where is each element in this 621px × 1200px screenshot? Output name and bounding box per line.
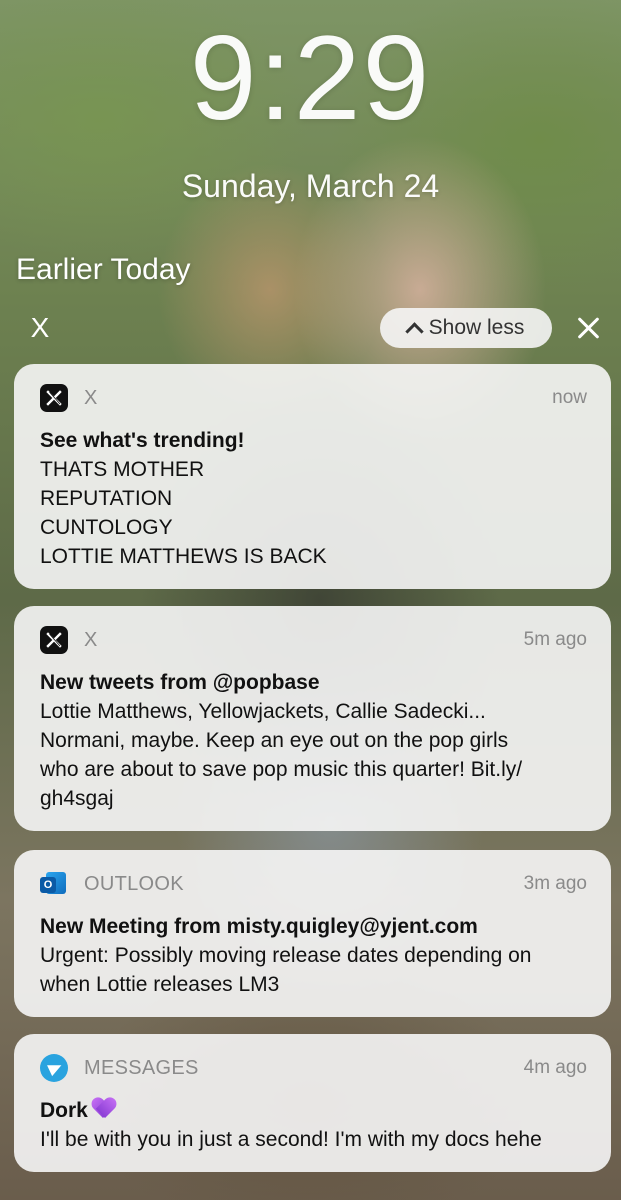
chevron-up-icon	[404, 321, 424, 341]
lockscreen-date: Sunday, March 24	[181, 168, 440, 204]
notification-body: I'll be with you in just a second! I'm w…	[40, 1125, 585, 1154]
notification-body-line: CUNTOLOGY	[40, 516, 173, 539]
purple-heart-icon	[92, 1098, 116, 1120]
notification-body-line: who are about to save pop music this qua…	[40, 758, 523, 781]
notification-body-line: when Lottie releases LM3	[40, 973, 280, 996]
notification-title: See what's trending!	[40, 429, 245, 452]
telegram-icon	[40, 1054, 68, 1082]
notification-body-line: Urgent: Possibly moving release dates de…	[40, 944, 532, 967]
notification-section-title: Earlier Today	[16, 253, 191, 286]
outlook-icon: O	[40, 870, 68, 898]
x-logo-icon	[40, 384, 68, 412]
notification-title-row: Dork	[40, 1096, 585, 1125]
notification-title: Dork	[40, 1099, 88, 1122]
notification-body-line: REPUTATION	[40, 487, 173, 510]
clear-notifications-close-icon[interactable]	[573, 312, 605, 344]
notification-body-line: I'll be with you in just a second! I'm w…	[40, 1128, 542, 1151]
notification-body-line: LOTTIE MATTHEWS IS BACK	[40, 545, 327, 568]
notification-app-name: MESSAGES	[84, 1056, 199, 1079]
x-logo-icon	[40, 626, 68, 654]
show-less-label: Show less	[428, 316, 525, 339]
notification-card-messages[interactable]: MESSAGES 4m ago Dork I'll be with you in…	[14, 1034, 611, 1172]
notification-body: Lottie Matthews, Yellowjackets, Callie S…	[40, 697, 585, 813]
notification-body-line: Lottie Matthews, Yellowjackets, Callie S…	[40, 700, 486, 723]
notification-title: New Meeting from misty.quigley@yjent.com	[40, 915, 478, 938]
swipe-clear-x-label[interactable]: X	[26, 312, 54, 344]
notification-body-line: Normani, maybe. Keep an eye out on the p…	[40, 729, 509, 752]
notification-body-line: THATS MOTHER	[40, 458, 205, 481]
notification-time: 5m ago	[523, 629, 587, 650]
notification-time: 3m ago	[523, 873, 587, 894]
notification-app-name: OUTLOOK	[84, 872, 184, 895]
notification-card-x-trending[interactable]: X now See what's trending! THATS MOTHER …	[14, 364, 611, 589]
notification-body-line: gh4sgaj	[40, 787, 114, 810]
lockscreen-clock: 9:29	[189, 11, 432, 145]
notification-app-name: X	[84, 386, 98, 409]
notification-body: THATS MOTHER REPUTATION CUNTOLOGY LOTTIE…	[40, 455, 585, 571]
notification-body: Urgent: Possibly moving release dates de…	[40, 941, 585, 999]
notification-card-x-popbase[interactable]: X 5m ago New tweets from @popbase Lottie…	[14, 606, 611, 831]
notification-time: now	[552, 387, 587, 408]
show-less-button[interactable]: Show less	[380, 308, 552, 348]
notification-time: 4m ago	[523, 1057, 587, 1078]
notification-app-name: X	[84, 628, 98, 651]
notification-card-outlook[interactable]: O OUTLOOK 3m ago New Meeting from misty.…	[14, 850, 611, 1017]
notification-title: New tweets from @popbase	[40, 671, 320, 694]
